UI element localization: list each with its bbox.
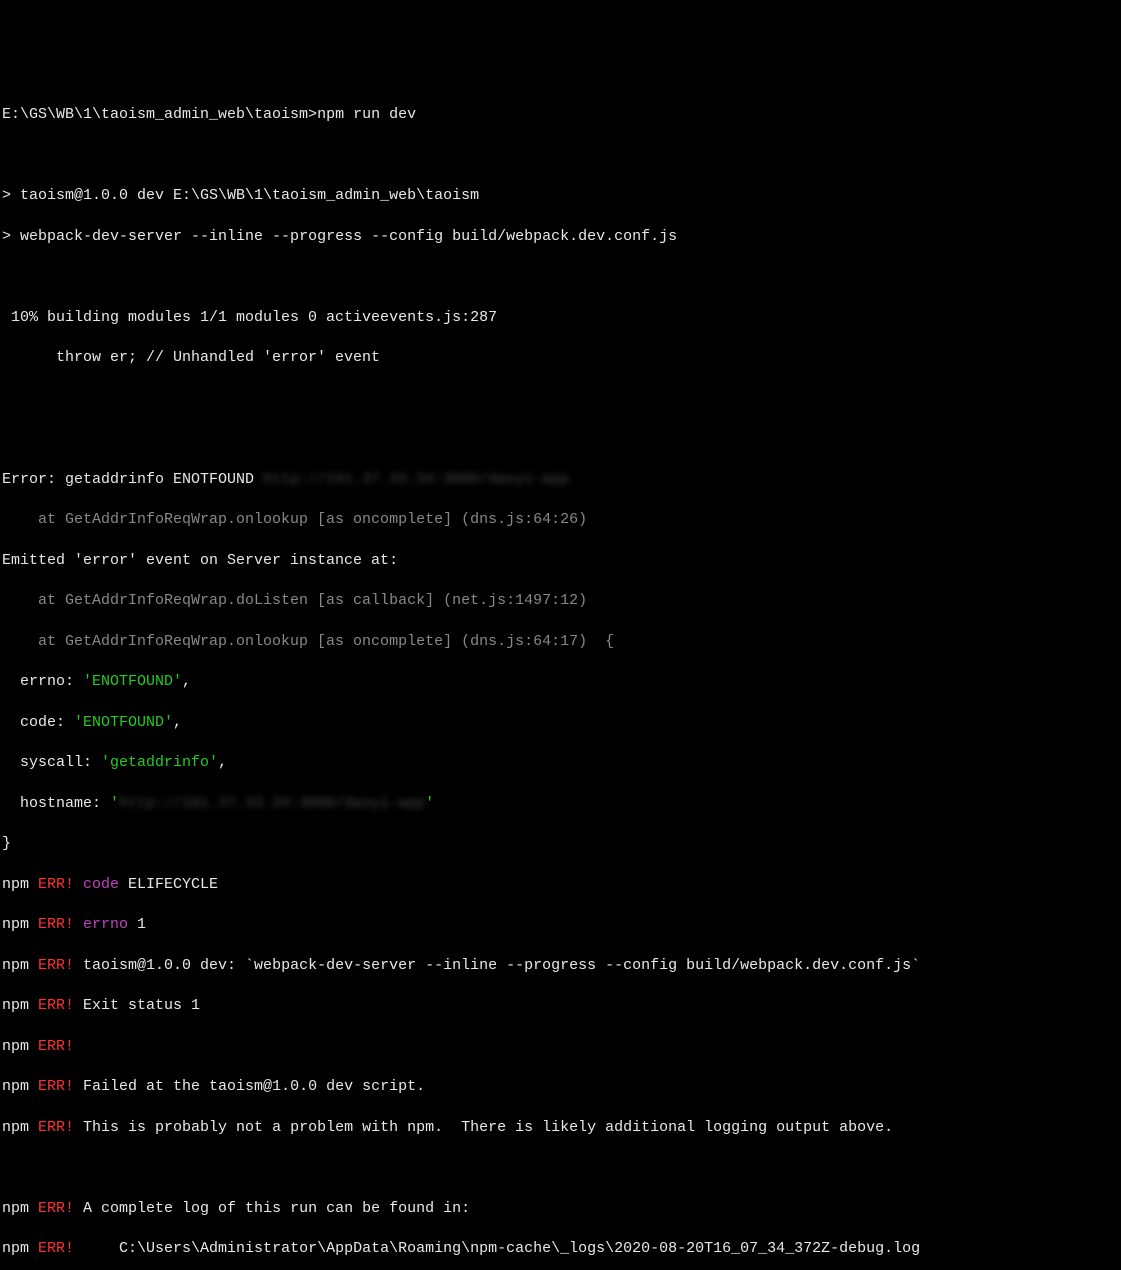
npm-label: npm <box>2 1078 29 1095</box>
npm-label: npm <box>2 1038 29 1055</box>
run-prefix: > <box>2 187 11 204</box>
progress-line: 10% building modules 1/1 modules 0 activ… <box>2 308 1119 328</box>
redacted-hostname: http://101.37.33.34:3080/daoyi-app <box>119 794 425 814</box>
redacted-host: http://101.37.33.34:3080/daoyi-app <box>263 470 569 490</box>
comma: , <box>173 714 182 731</box>
run-prefix: > <box>2 228 11 245</box>
npm-label: npm <box>2 957 29 974</box>
err-label: ERR! <box>29 876 74 893</box>
npm-exit-status: Exit status 1 <box>74 997 200 1014</box>
code-value: 'ENOTFOUND' <box>74 714 173 731</box>
throw-line: throw er; // Unhandled 'error' event <box>2 348 1119 368</box>
quote: ' <box>110 795 119 812</box>
err-label: ERR! <box>29 1119 74 1136</box>
npm-probably: This is probably not a problem with npm.… <box>74 1119 893 1136</box>
syscall-label: syscall: <box>2 754 101 771</box>
errno-label: errno: <box>2 673 83 690</box>
npm-label: npm <box>2 876 29 893</box>
run-line: taoism@1.0.0 dev E:\GS\WB\1\taoism_admin… <box>11 187 479 204</box>
run-line: webpack-dev-server --inline --progress -… <box>11 228 677 245</box>
err-label: ERR! <box>29 997 74 1014</box>
err-label: ERR! <box>29 1038 74 1055</box>
err-label: ERR! <box>29 1078 74 1095</box>
npm-log-path: C:\Users\Administrator\AppData\Roaming\n… <box>74 1240 920 1257</box>
npm-failed: Failed at the taoism@1.0.0 dev script. <box>74 1078 425 1095</box>
npm-errno-label: errno <box>74 916 137 933</box>
err-label: ERR! <box>29 957 74 974</box>
prompt-command: npm run dev <box>317 106 416 123</box>
npm-dev-line: taoism@1.0.0 dev: `webpack-dev-server --… <box>74 957 920 974</box>
npm-label: npm <box>2 1240 29 1257</box>
comma: , <box>218 754 227 771</box>
hostname-label: hostname: <box>2 795 110 812</box>
errno-value: 'ENOTFOUND' <box>83 673 182 690</box>
comma: , <box>182 673 191 690</box>
syscall-value: 'getaddrinfo' <box>101 754 218 771</box>
error-prefix: Error: getaddrinfo ENOTFOUND <box>2 471 263 488</box>
npm-errno-value: 1 <box>137 916 146 933</box>
terminal-output[interactable]: E:\GS\WB\1\taoism_admin_web\taoism>npm r… <box>2 85 1119 1270</box>
emitted-line: Emitted 'error' event on Server instance… <box>2 551 1119 571</box>
err-label: ERR! <box>29 916 74 933</box>
prompt-path: E:\GS\WB\1\taoism_admin_web\taoism> <box>2 106 317 123</box>
npm-label: npm <box>2 1119 29 1136</box>
npm-log-msg: A complete log of this run can be found … <box>74 1200 470 1217</box>
stack-trace: at GetAddrInfoReqWrap.onlookup [as oncom… <box>2 510 1119 530</box>
code-label: code: <box>2 714 74 731</box>
npm-label: npm <box>2 997 29 1014</box>
stack-trace: at GetAddrInfoReqWrap.doListen [as callb… <box>2 591 1119 611</box>
npm-label: npm <box>2 1200 29 1217</box>
err-label: ERR! <box>29 1200 74 1217</box>
npm-code-label: code <box>74 876 128 893</box>
npm-code-value: ELIFECYCLE <box>128 876 218 893</box>
err-label: ERR! <box>29 1240 74 1257</box>
quote: ' <box>425 795 434 812</box>
close-brace: } <box>2 834 1119 854</box>
npm-label: npm <box>2 916 29 933</box>
